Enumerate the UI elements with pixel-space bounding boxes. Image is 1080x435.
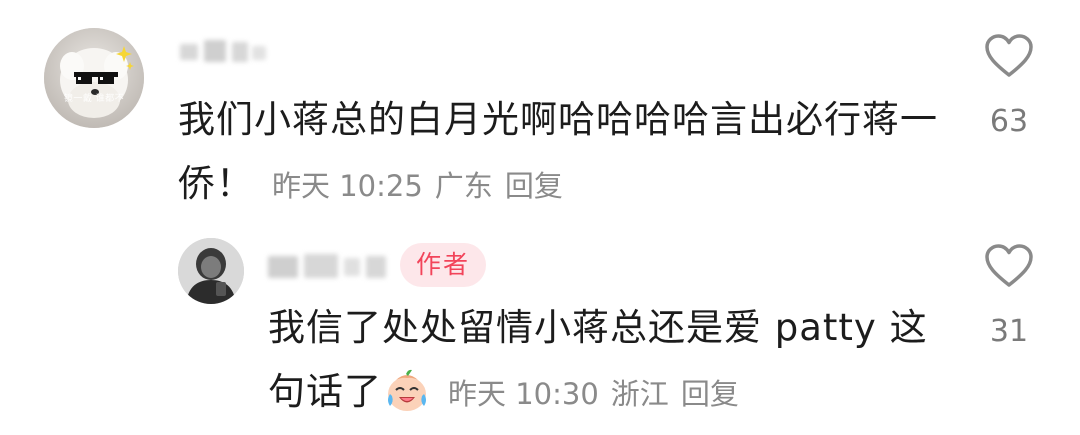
heart-outline-icon (985, 244, 1033, 287)
avatar-image (178, 238, 244, 304)
reply-button[interactable]: 回复 (505, 169, 563, 203)
like-count: 63 (989, 104, 1029, 139)
reply-like-count: 31 (989, 314, 1029, 349)
reply-body: 我信了处处留情小蒋总还是爱 patty 这句话了 昨天 10:30 浙江 回复 (268, 296, 948, 426)
reply-meta: 昨天 10:30 浙江 回复 (448, 377, 751, 411)
reply-avatar[interactable] (178, 238, 244, 304)
avatar[interactable]: 镜一戴 谁都不 (44, 28, 144, 128)
reply-location: 浙江 (610, 377, 669, 411)
comment-time: 昨天 10:25 (272, 169, 423, 203)
comment-meta: 昨天 10:25 广东 回复 (272, 169, 575, 203)
username-blurred[interactable]: ██ ██ (178, 36, 270, 66)
avatar-image (44, 28, 144, 128)
comment-body: 我们小蒋总的白月光啊哈哈哈哈言出必行蒋一侨！ 昨天 10:25 广东 回复 (178, 88, 948, 218)
author-badge: 作者 (400, 243, 487, 287)
reply-username-blurred[interactable]: ███ █ (268, 250, 390, 280)
avatar-caption: 镜一戴 谁都不 (63, 94, 125, 104)
like-button[interactable]: 63 (972, 34, 1046, 139)
comment-item: 镜一戴 谁都不 ██ ██ 我们小蒋总的白月光啊哈哈哈哈言出必行蒋一侨！昨天 1… (0, 0, 1080, 220)
comment-location: 广东 (434, 169, 493, 203)
reply-time: 昨天 10:30 (448, 377, 599, 411)
reply-like-button[interactable]: 31 (972, 244, 1046, 349)
reply-reply-button[interactable]: 回复 (681, 377, 739, 411)
crying-laughing-emoji-icon (388, 369, 426, 411)
heart-outline-icon (985, 34, 1033, 77)
